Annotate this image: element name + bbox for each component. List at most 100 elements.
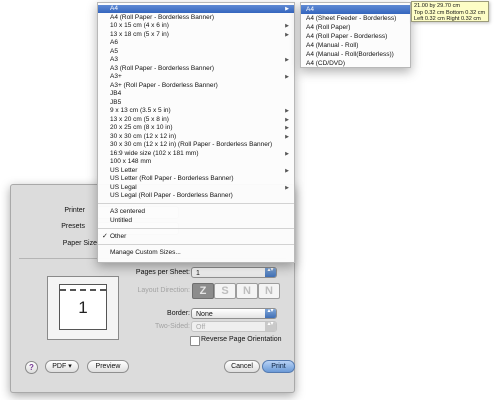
menu-item[interactable]: A3 ▶ — [98, 56, 294, 64]
menu-item[interactable]: US Legal (Roll Paper - Borderless Banner… — [98, 192, 294, 200]
preview-page-number: 1 — [78, 298, 88, 317]
preview-button[interactable]: Preview — [87, 360, 129, 373]
reverse-n-order-icon: N — [265, 285, 273, 297]
layout-direction-label: Layout Direction: — [137, 287, 190, 294]
tooltip-margins-left-right: Left 0.32 cm Right 0.32 cm — [414, 16, 481, 22]
menu-separator — [98, 244, 294, 245]
menu-item-label: A4 — [110, 5, 118, 12]
submenu-arrow-icon: ▶ — [285, 167, 289, 174]
layout-direction-s-button[interactable]: S — [214, 283, 236, 299]
submenu-arrow-icon: ▶ — [285, 116, 289, 123]
help-button[interactable]: ? — [25, 361, 38, 374]
menu-item-label: A6 — [110, 39, 118, 46]
border-label: Border: — [167, 310, 190, 317]
submenu-arrow-icon: ▶ — [285, 108, 289, 114]
submenu-item[interactable]: A4 (Sheet Feeder - Borderless) — [301, 14, 410, 23]
two-sided-popup[interactable]: Off ▴▾ — [191, 321, 277, 332]
menu-item[interactable]: A5 — [98, 48, 294, 56]
menu-item-label: 100 x 148 mm — [110, 158, 152, 165]
popup-arrows-icon: ▴▾ — [265, 321, 276, 331]
menu-item-a4[interactable]: A4 ▶ — [98, 5, 294, 13]
reverse-orientation-label: Reverse Page Orientation — [201, 336, 282, 343]
submenu-arrow-icon: ▶ — [285, 133, 289, 140]
menu-item-label: A4 (Roll Paper - Borderless Banner) — [110, 13, 215, 21]
pdf-button[interactable]: PDF ▾ — [45, 360, 79, 373]
menu-item[interactable]: 9 x 13 cm (3.5 x 5 in) ▶ — [98, 107, 294, 115]
menu-item-label: US Letter — [110, 166, 138, 174]
submenu-item-a4[interactable]: A4 — [301, 5, 410, 14]
menu-item[interactable]: 10 x 15 cm (4 x 6 in) ▶ — [98, 22, 294, 30]
menu-item-custom[interactable]: Untitled — [98, 217, 294, 225]
menu-item-label: 30 x 30 cm (12 x 12 in) — [110, 132, 177, 140]
menu-item[interactable]: A4 (Roll Paper - Borderless Banner) — [98, 14, 294, 22]
printer-label: Printer — [64, 207, 85, 214]
pages-per-sheet-popup[interactable]: 1 ▴▾ — [191, 267, 277, 278]
submenu-item[interactable]: A4 (CD/DVD) — [301, 59, 410, 68]
menu-item[interactable]: A3+ ▶ — [98, 73, 294, 81]
submenu-arrow-icon: ▶ — [285, 125, 289, 131]
submenu-arrow-icon: ▶ — [285, 31, 289, 38]
preview-top-margin — [60, 289, 106, 295]
menu-item[interactable]: 100 x 148 mm — [98, 158, 294, 166]
menu-item[interactable]: 30 x 30 cm (12 x 12 in) ▶ — [98, 133, 294, 141]
menu-item[interactable]: US Legal ▶ — [98, 184, 294, 192]
menu-item-label: US Legal (Roll Paper - Borderless Banner… — [110, 192, 233, 199]
menu-item[interactable]: 30 x 30 cm (12 x 12 in) (Roll Paper - Bo… — [98, 141, 294, 149]
menu-item[interactable]: 16:9 wide size (102 x 181 mm) ▶ — [98, 150, 294, 158]
popup-arrows-icon: ▴▾ — [265, 308, 276, 318]
z-order-icon: Z — [199, 285, 207, 297]
paper-size-tooltip: 21.00 by 29.70 cm Top 0.32 cm Bottom 0.3… — [411, 1, 489, 22]
border-popup[interactable]: None ▴▾ — [191, 308, 277, 319]
print-button[interactable]: Print — [262, 360, 295, 373]
menu-item[interactable]: US Letter (Roll Paper - Borderless Banne… — [98, 175, 294, 183]
menu-item[interactable]: 20 x 25 cm (8 x 10 in) ▶ — [98, 124, 294, 132]
menu-item-label: 10 x 15 cm (4 x 6 in) — [110, 22, 169, 29]
layout-direction-z-button[interactable]: Z — [192, 283, 214, 299]
menu-item[interactable]: US Letter ▶ — [98, 167, 294, 175]
menu-item-custom[interactable]: A3 centered — [98, 208, 294, 216]
submenu-arrow-icon: ▶ — [285, 6, 289, 12]
menu-item[interactable]: A3+ (Roll Paper - Borderless Banner) — [98, 82, 294, 90]
preview-paper: 1 — [59, 284, 107, 330]
menu-item-manage-custom-sizes[interactable]: Manage Custom Sizes... — [98, 249, 294, 257]
menu-item[interactable]: 13 x 20 cm (5 x 8 in) ▶ — [98, 116, 294, 124]
pages-per-sheet-label: Pages per Sheet: — [135, 269, 190, 276]
cancel-button[interactable]: Cancel — [224, 360, 260, 373]
menu-item[interactable]: A6 — [98, 39, 294, 47]
submenu-item[interactable]: A4 (Manual - Roll) — [301, 41, 410, 50]
menu-item-label: 20 x 25 cm (8 x 10 in) — [110, 124, 173, 131]
layout-direction-reverse-n-button[interactable]: N — [258, 283, 280, 299]
submenu-arrow-icon: ▶ — [285, 23, 289, 29]
menu-item-label: A5 — [110, 47, 118, 55]
help-icon: ? — [29, 363, 34, 372]
two-sided-label: Two-Sided: — [154, 323, 190, 330]
menu-separator — [98, 228, 294, 229]
menu-item[interactable]: 13 x 18 cm (5 x 7 in) ▶ — [98, 31, 294, 39]
reverse-orientation-checkbox[interactable] — [190, 336, 200, 346]
menu-item-other[interactable]: ✓ Other — [98, 233, 294, 241]
layout-direction-n-button[interactable]: N — [236, 283, 258, 299]
submenu-arrow-icon: ▶ — [285, 150, 289, 157]
menu-item[interactable]: A3 (Roll Paper - Borderless Banner) — [98, 65, 294, 73]
border-value: None — [196, 311, 213, 318]
page-preview: 1 — [47, 276, 119, 340]
menu-item-label: Manage Custom Sizes... — [110, 249, 181, 256]
menu-item-label: A3 centered — [110, 208, 146, 215]
presets-label: Presets — [61, 223, 85, 230]
submenu-arrow-icon: ▶ — [285, 74, 289, 80]
menu-item-label: 16:9 wide size (102 x 181 mm) — [110, 149, 199, 157]
menu-item-label: A3+ — [110, 73, 122, 80]
menu-item[interactable]: JB4 — [98, 90, 294, 98]
menu-item-label: US Letter (Roll Paper - Borderless Banne… — [110, 175, 234, 182]
menu-item-label: 13 x 20 cm (5 x 8 in) — [110, 115, 169, 123]
submenu-item[interactable]: A4 (Roll Paper) — [301, 23, 410, 32]
submenu-arrow-icon: ▶ — [285, 57, 289, 63]
submenu-item[interactable]: A4 (Roll Paper - Borderless) — [301, 32, 410, 41]
menu-separator — [98, 203, 294, 204]
menu-item-label: A3 — [110, 56, 118, 63]
submenu-item[interactable]: A4 (Manual - Roll(Borderless)) — [301, 50, 410, 59]
menu-item-label: Untitled — [110, 217, 133, 224]
popup-arrows-icon: ▴▾ — [265, 267, 276, 277]
menu-item[interactable]: JB5 — [98, 99, 294, 107]
two-sided-value: Off — [196, 324, 206, 331]
